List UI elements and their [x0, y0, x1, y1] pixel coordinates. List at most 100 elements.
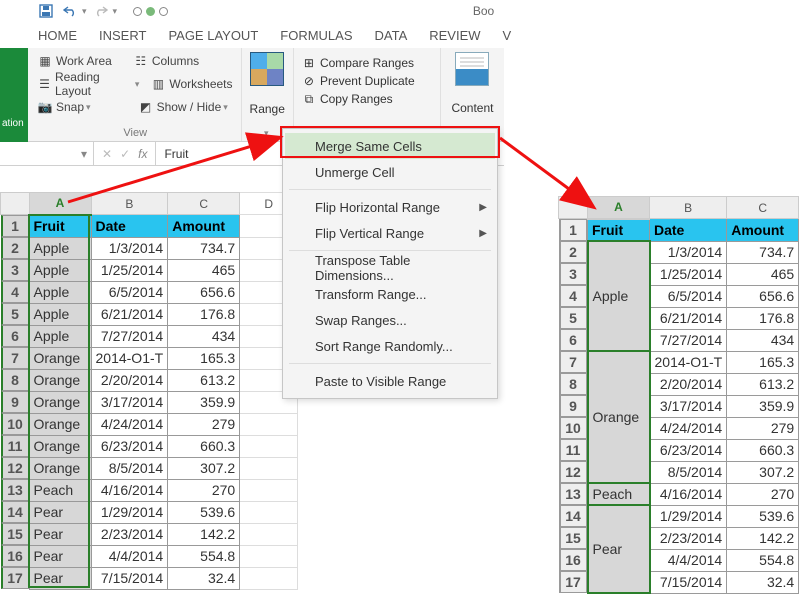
row-header[interactable]: 16: [559, 549, 587, 571]
cell[interactable]: 7/15/2014: [650, 571, 727, 593]
select-all-corner[interactable]: [559, 197, 588, 219]
cell[interactable]: 1/3/2014: [91, 237, 168, 259]
column-header[interactable]: A: [29, 193, 91, 215]
cell[interactable]: Apple: [29, 281, 91, 303]
tab-view[interactable]: V: [503, 28, 512, 48]
row-header[interactable]: 6: [1, 325, 29, 347]
row-header[interactable]: 17: [559, 571, 587, 593]
tab-insert[interactable]: INSERT: [99, 28, 146, 48]
menu-item[interactable]: Unmerge Cell: [285, 159, 495, 185]
row-header[interactable]: 3: [559, 263, 587, 285]
cell[interactable]: 2/23/2014: [650, 527, 727, 549]
cell[interactable]: 1/29/2014: [91, 501, 168, 523]
cancel-icon[interactable]: ✕: [102, 147, 112, 161]
row-header[interactable]: 3: [1, 259, 29, 281]
cell[interactable]: 4/16/2014: [650, 483, 727, 505]
row-header[interactable]: 8: [559, 373, 587, 395]
chevron-down-icon[interactable]: ▾: [82, 6, 87, 17]
row-header[interactable]: 5: [1, 303, 29, 325]
cell[interactable]: 4/4/2014: [91, 545, 168, 567]
cell[interactable]: [240, 567, 298, 589]
cell[interactable]: 4/16/2014: [91, 479, 168, 501]
chevron-down-icon[interactable]: ▾: [81, 147, 87, 161]
cell[interactable]: 656.6: [168, 281, 240, 303]
copy-ranges-button[interactable]: ⧉Copy Ranges: [302, 92, 432, 106]
cell[interactable]: Date: [650, 219, 727, 242]
row-header[interactable]: 1: [1, 215, 29, 237]
cell[interactable]: 165.3: [168, 347, 240, 369]
cell[interactable]: Orange: [29, 369, 91, 391]
cell[interactable]: 142.2: [727, 527, 799, 549]
chevron-down-icon[interactable]: ▾: [113, 6, 118, 17]
cell[interactable]: 8/5/2014: [650, 461, 727, 483]
cell[interactable]: [240, 435, 298, 457]
column-header[interactable]: B: [650, 197, 727, 219]
cell[interactable]: 1/25/2014: [91, 259, 168, 281]
cell[interactable]: 359.9: [727, 395, 799, 417]
merged-cell[interactable]: Pear: [588, 505, 650, 593]
row-header[interactable]: 10: [1, 413, 29, 435]
cell[interactable]: 270: [168, 479, 240, 501]
cell[interactable]: 3/17/2014: [650, 395, 727, 417]
cell[interactable]: 613.2: [727, 373, 799, 395]
cell[interactable]: 4/4/2014: [650, 549, 727, 571]
cell[interactable]: 279: [727, 417, 799, 439]
cell[interactable]: Orange: [29, 413, 91, 435]
row-header[interactable]: 6: [559, 329, 587, 351]
cell[interactable]: [240, 501, 298, 523]
cell[interactable]: 142.2: [168, 523, 240, 545]
row-header[interactable]: 10: [559, 417, 587, 439]
tab-formulas[interactable]: FORMULAS: [280, 28, 352, 48]
cell[interactable]: Peach: [29, 479, 91, 501]
row-header[interactable]: 8: [1, 369, 29, 391]
merged-cell[interactable]: Peach: [588, 483, 650, 505]
row-header[interactable]: 4: [559, 285, 587, 307]
cell[interactable]: Apple: [29, 237, 91, 259]
grid[interactable]: A B C 1FruitDateAmount2Apple1/3/2014734.…: [558, 196, 799, 594]
macro-dot-icon[interactable]: [159, 7, 168, 16]
cell[interactable]: 3/17/2014: [91, 391, 168, 413]
cell[interactable]: 465: [168, 259, 240, 281]
row-header[interactable]: 5: [559, 307, 587, 329]
cell[interactable]: 270: [727, 483, 799, 505]
cell[interactable]: 2014-O1-T: [650, 351, 727, 373]
cell[interactable]: 8/5/2014: [91, 457, 168, 479]
column-header[interactable]: A: [588, 197, 650, 219]
redo-button[interactable]: [91, 2, 111, 20]
row-header[interactable]: 13: [1, 479, 29, 501]
cell[interactable]: 32.4: [168, 567, 240, 589]
tab-home[interactable]: HOME: [38, 28, 77, 48]
cell[interactable]: 734.7: [168, 237, 240, 259]
cell[interactable]: 4/24/2014: [650, 417, 727, 439]
cell[interactable]: [240, 545, 298, 567]
compare-ranges-button[interactable]: ⊞Compare Ranges: [302, 56, 432, 70]
row-header[interactable]: 12: [1, 457, 29, 479]
row-header[interactable]: 16: [1, 545, 29, 567]
cell[interactable]: 734.7: [727, 241, 799, 263]
cell[interactable]: [240, 523, 298, 545]
cell[interactable]: Amount: [168, 215, 240, 238]
cell[interactable]: 1/3/2014: [650, 241, 727, 263]
macro-dot-icon[interactable]: [133, 7, 142, 16]
row-header[interactable]: 14: [559, 505, 587, 527]
cell[interactable]: 465: [727, 263, 799, 285]
row-header[interactable]: 4: [1, 281, 29, 303]
menu-item[interactable]: Paste to Visible Range: [285, 368, 495, 394]
row-header[interactable]: 17: [1, 567, 29, 589]
select-all-corner[interactable]: [1, 193, 30, 215]
cell[interactable]: 307.2: [168, 457, 240, 479]
cell[interactable]: 279: [168, 413, 240, 435]
cell[interactable]: 2/20/2014: [91, 369, 168, 391]
row-header[interactable]: 2: [1, 237, 29, 259]
cell[interactable]: 434: [727, 329, 799, 351]
row-header[interactable]: 15: [1, 523, 29, 545]
cell[interactable]: 4/24/2014: [91, 413, 168, 435]
cell[interactable]: 7/27/2014: [91, 325, 168, 347]
cell[interactable]: 1/25/2014: [650, 263, 727, 285]
row-header[interactable]: 13: [559, 483, 587, 505]
cell[interactable]: 6/23/2014: [91, 435, 168, 457]
grid[interactable]: A B C D 1FruitDateAmount2Apple1/3/201473…: [0, 192, 298, 590]
cell[interactable]: 2/23/2014: [91, 523, 168, 545]
menu-item[interactable]: Transpose Table Dimensions...: [285, 255, 495, 281]
show-hide-button[interactable]: ◩Show / Hide▾: [139, 100, 228, 114]
